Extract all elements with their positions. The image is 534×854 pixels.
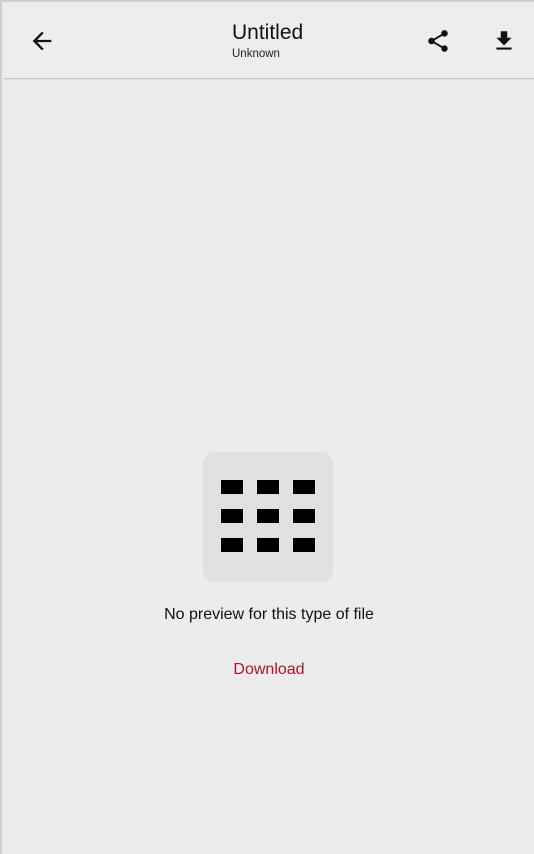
top-app-bar: Untitled Unknown <box>4 4 534 79</box>
file-type-placeholder <box>203 452 333 582</box>
arrow-left-icon <box>32 31 52 51</box>
share-icon <box>428 30 448 52</box>
back-button[interactable] <box>18 17 66 65</box>
no-preview-message: No preview for this type of file <box>164 606 374 623</box>
title-block: Untitled Unknown <box>232 20 392 61</box>
download-button[interactable]: Download <box>219 657 319 683</box>
download-icon <box>496 31 512 50</box>
share-button[interactable] <box>414 17 462 65</box>
page-title: Untitled <box>232 21 304 44</box>
download-toolbar-button[interactable] <box>480 17 528 65</box>
grid-icon <box>221 480 315 552</box>
file-preview-screen: Untitled Unknown No preview for this typ… <box>0 0 534 854</box>
page-subtitle: Unknown <box>232 48 280 60</box>
